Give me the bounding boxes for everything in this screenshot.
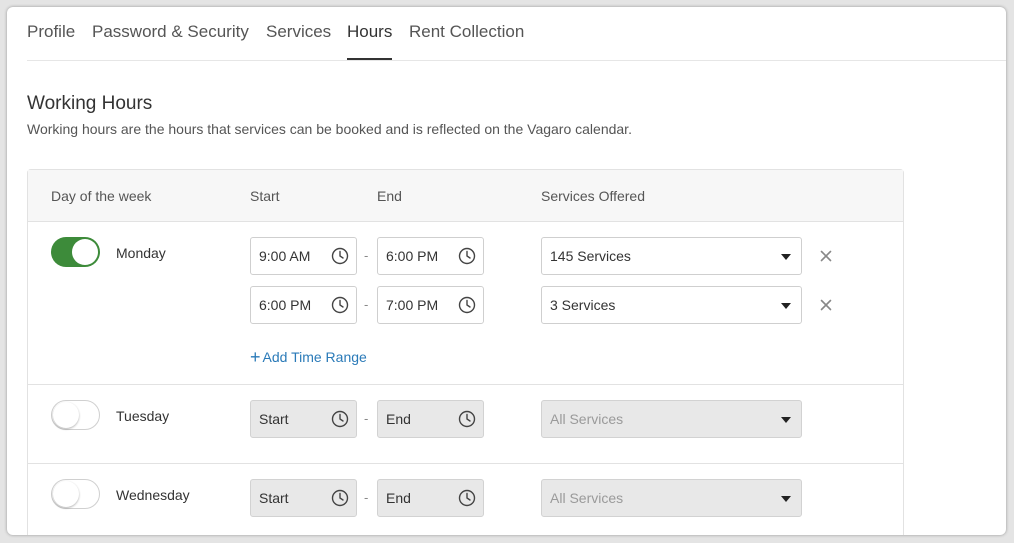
monday-range-2-services-select[interactable]: 3 Services — [541, 286, 802, 324]
select-value: 3 Services — [550, 297, 616, 313]
clock-icon — [331, 296, 349, 314]
select-value: 145 Services — [550, 248, 631, 264]
monday-range-2-start[interactable]: 6:00 PM — [250, 286, 357, 324]
clock-icon — [331, 410, 349, 428]
day-row-wednesday: Wednesday Start - End All Services — [28, 463, 903, 535]
clock-icon — [458, 410, 476, 428]
range-separator: - — [364, 248, 369, 263]
caret-down-icon — [781, 417, 791, 423]
day-label-monday: Monday — [116, 245, 166, 261]
day-row-monday: Monday 9:00 AM - 6:00 PM 145 Services 6:… — [28, 221, 903, 385]
settings-panel: Profile Password & Security Services Hou… — [7, 7, 1006, 535]
time-value: 7:00 PM — [386, 297, 439, 313]
tab-profile[interactable]: Profile — [27, 22, 75, 60]
tab-services[interactable]: Services — [266, 22, 331, 60]
monday-range-1-services-select[interactable]: 145 Services — [541, 237, 802, 275]
monday-range-1-end[interactable]: 6:00 PM — [377, 237, 484, 275]
close-icon[interactable] — [818, 248, 834, 264]
clock-icon — [458, 489, 476, 507]
caret-down-icon — [781, 254, 791, 260]
caret-down-icon — [781, 303, 791, 309]
select-value: All Services — [550, 411, 624, 427]
page-title: Working Hours — [27, 93, 153, 114]
wednesday-start[interactable]: Start — [250, 479, 357, 517]
range-separator: - — [364, 411, 369, 426]
time-placeholder: Start — [259, 411, 289, 427]
caret-down-icon — [781, 496, 791, 502]
add-time-range-button[interactable]: + Add Time Range — [250, 347, 367, 368]
time-placeholder: End — [386, 490, 411, 506]
tuesday-toggle[interactable] — [51, 400, 100, 430]
close-icon[interactable] — [818, 297, 834, 313]
header-start: Start — [250, 188, 280, 204]
monday-toggle[interactable] — [51, 237, 100, 267]
clock-icon — [458, 247, 476, 265]
time-value: 6:00 PM — [259, 297, 312, 313]
working-hours-table: Day of the week Start End Services Offer… — [27, 169, 904, 535]
table-header: Day of the week Start End Services Offer… — [28, 170, 903, 222]
add-time-range-label: Add Time Range — [262, 349, 367, 365]
toggle-knob — [53, 402, 79, 428]
monday-range-2-end[interactable]: 7:00 PM — [377, 286, 484, 324]
page-description: Working hours are the hours that service… — [27, 121, 632, 137]
header-services: Services Offered — [541, 188, 646, 204]
time-value: 9:00 AM — [259, 248, 311, 264]
range-separator: - — [364, 297, 369, 312]
wednesday-end[interactable]: End — [377, 479, 484, 517]
wednesday-toggle[interactable] — [51, 479, 100, 509]
header-day: Day of the week — [51, 188, 152, 204]
header-end: End — [377, 188, 402, 204]
clock-icon — [331, 247, 349, 265]
select-value: All Services — [550, 490, 624, 506]
tuesday-services-select[interactable]: All Services — [541, 400, 802, 438]
tab-rent-collection[interactable]: Rent Collection — [409, 22, 524, 60]
tuesday-end[interactable]: End — [377, 400, 484, 438]
range-separator: - — [364, 490, 369, 505]
tab-password-security[interactable]: Password & Security — [92, 22, 249, 60]
settings-tabs: Profile Password & Security Services Hou… — [27, 7, 1006, 61]
clock-icon — [458, 296, 476, 314]
toggle-knob — [72, 239, 98, 265]
monday-range-1-start[interactable]: 9:00 AM — [250, 237, 357, 275]
day-label-tuesday: Tuesday — [116, 408, 170, 424]
day-label-wednesday: Wednesday — [116, 487, 190, 503]
plus-icon: + — [250, 347, 261, 367]
tuesday-start[interactable]: Start — [250, 400, 357, 438]
wednesday-services-select[interactable]: All Services — [541, 479, 802, 517]
clock-icon — [331, 489, 349, 507]
day-row-tuesday: Tuesday Start - End All Services — [28, 384, 903, 464]
time-placeholder: Start — [259, 490, 289, 506]
tab-hours[interactable]: Hours — [347, 22, 393, 60]
toggle-knob — [53, 481, 79, 507]
time-value: 6:00 PM — [386, 248, 439, 264]
time-placeholder: End — [386, 411, 411, 427]
